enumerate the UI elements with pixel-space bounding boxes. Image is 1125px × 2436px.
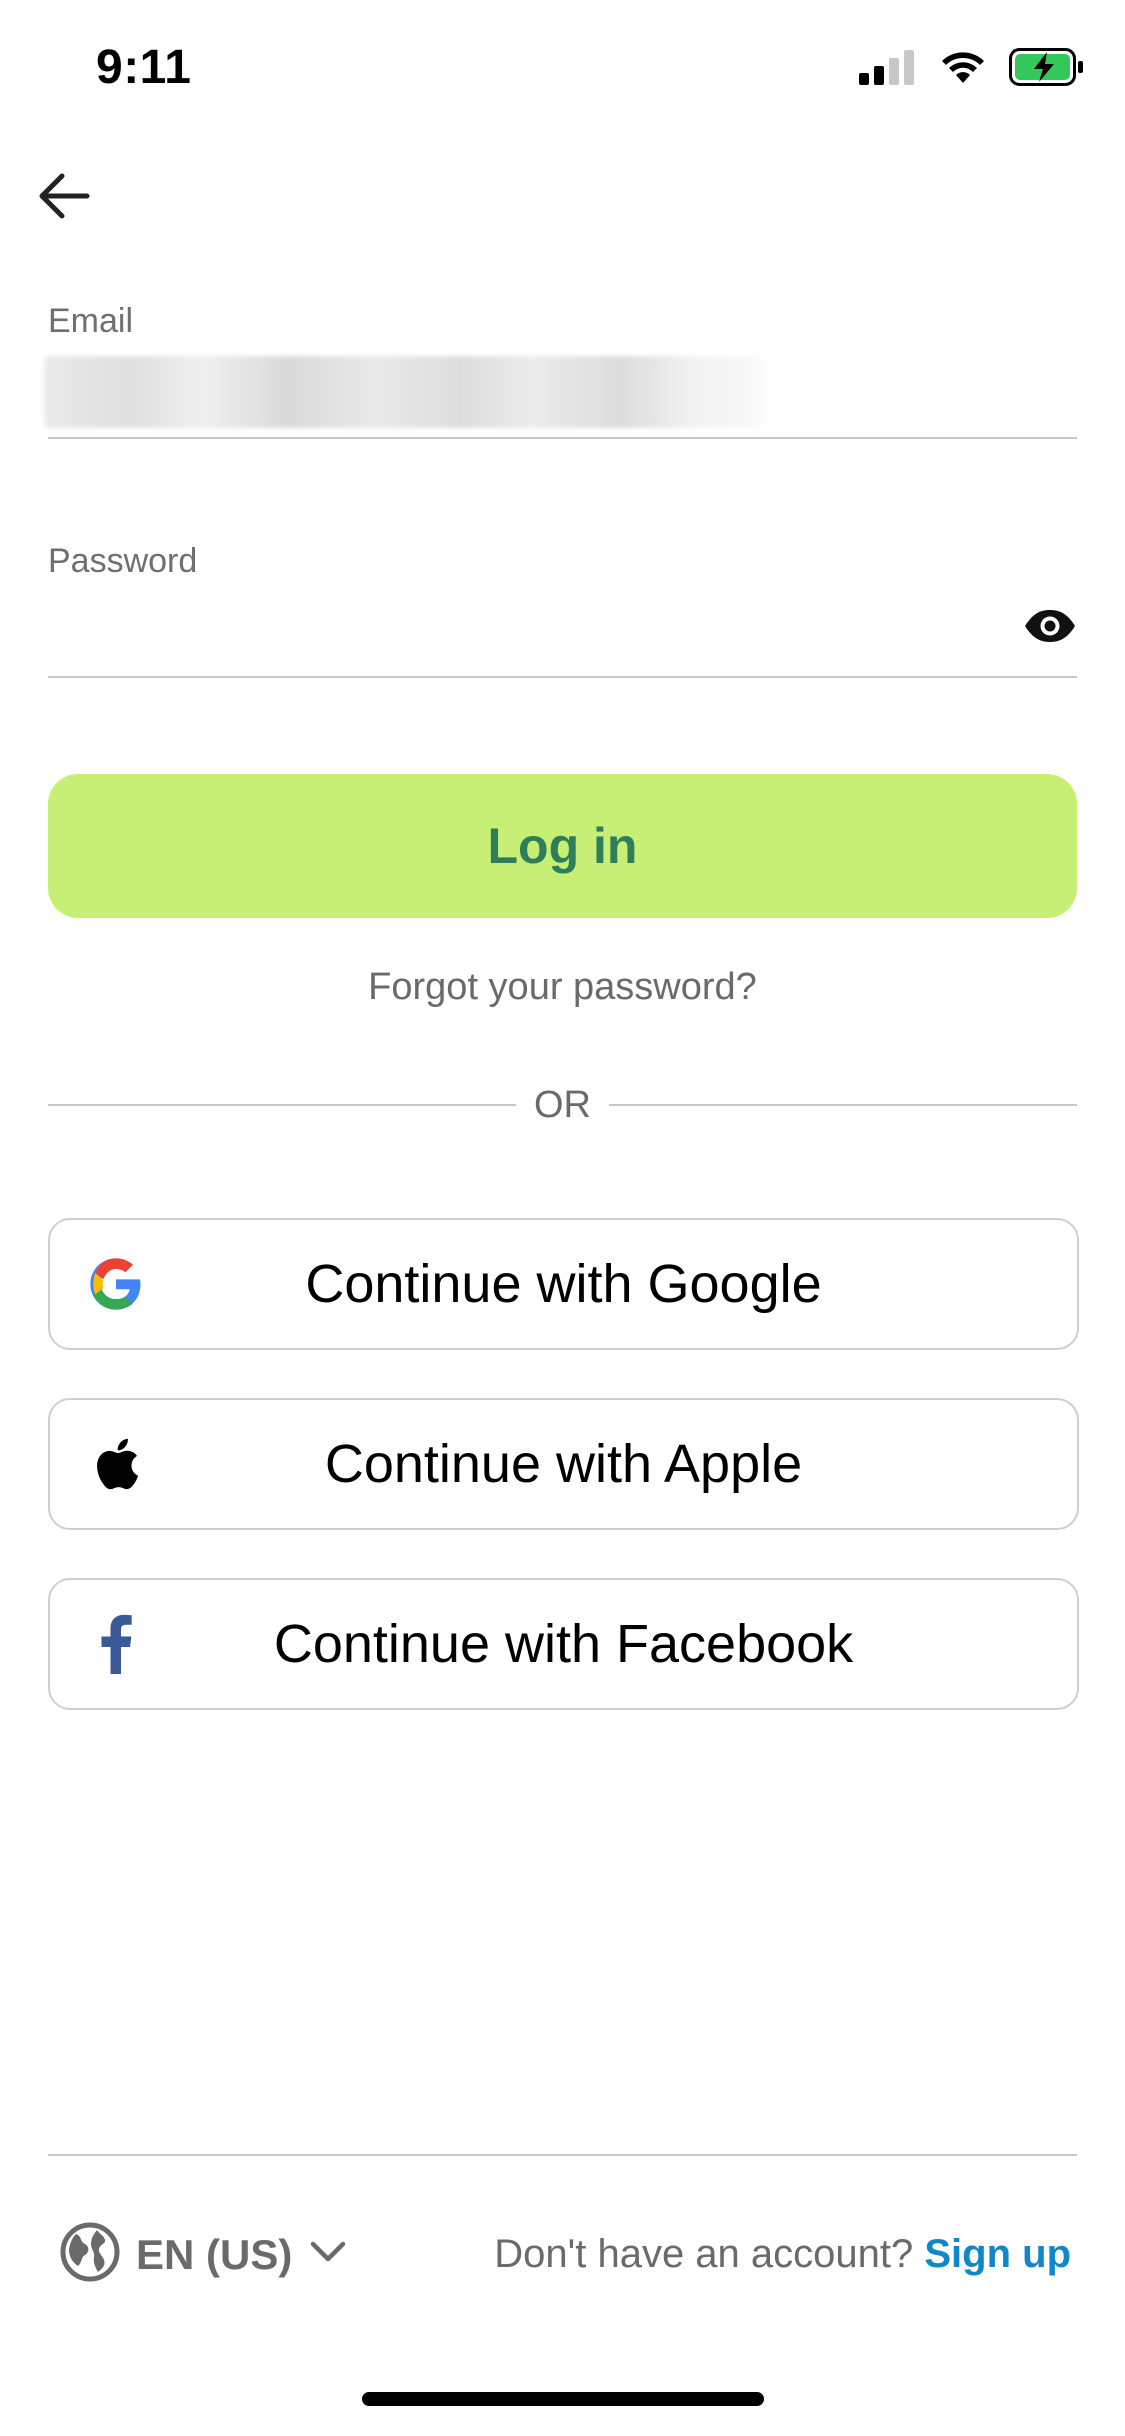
home-indicator — [362, 2392, 764, 2406]
language-selector[interactable]: EN (US) — [60, 2222, 348, 2287]
back-button[interactable] — [28, 166, 100, 230]
or-line-left — [48, 1104, 516, 1106]
login-button[interactable]: Log in — [48, 774, 1077, 918]
wifi-icon — [939, 49, 987, 90]
arrow-left-icon — [37, 171, 91, 226]
eye-icon — [1023, 608, 1077, 649]
language-label: EN (US) — [136, 2230, 293, 2278]
sign-up-link[interactable]: Sign up — [924, 2232, 1071, 2276]
password-input[interactable] — [48, 590, 992, 662]
status-time: 9:11 — [96, 41, 192, 94]
show-password-toggle[interactable] — [1022, 604, 1078, 652]
signup-prompt: Don't have an account? Sign up — [494, 2232, 1071, 2277]
apple-icon — [86, 1434, 146, 1494]
forgot-password-link[interactable]: Forgot your password? — [0, 966, 1125, 1009]
globe-icon — [60, 2222, 120, 2287]
continue-with-google-button[interactable]: Continue with Google — [48, 1218, 1079, 1350]
or-line-right — [609, 1104, 1077, 1106]
status-icons — [859, 48, 1085, 91]
password-underline — [48, 676, 1077, 678]
battery-charging-icon — [1009, 48, 1085, 91]
continue-with-google-label: Continue with Google — [305, 1254, 822, 1314]
continue-with-apple-label: Continue with Apple — [324, 1434, 803, 1494]
or-divider: OR — [48, 1080, 1077, 1130]
email-label: Email — [48, 302, 134, 340]
or-text: OR — [534, 1083, 591, 1126]
continue-with-facebook-button[interactable]: Continue with Facebook — [48, 1578, 1079, 1710]
password-label: Password — [48, 542, 198, 580]
no-account-text: Don't have an account? — [494, 2232, 925, 2276]
email-input[interactable] — [48, 360, 1012, 432]
cellular-signal-icon — [859, 49, 917, 90]
google-icon — [86, 1254, 146, 1314]
email-underline — [48, 437, 1077, 439]
chevron-down-icon — [308, 2237, 348, 2272]
continue-with-facebook-label: Continue with Facebook — [273, 1614, 854, 1674]
facebook-icon — [86, 1614, 146, 1674]
footer-divider — [48, 2154, 1077, 2156]
continue-with-apple-button[interactable]: Continue with Apple — [48, 1398, 1079, 1530]
